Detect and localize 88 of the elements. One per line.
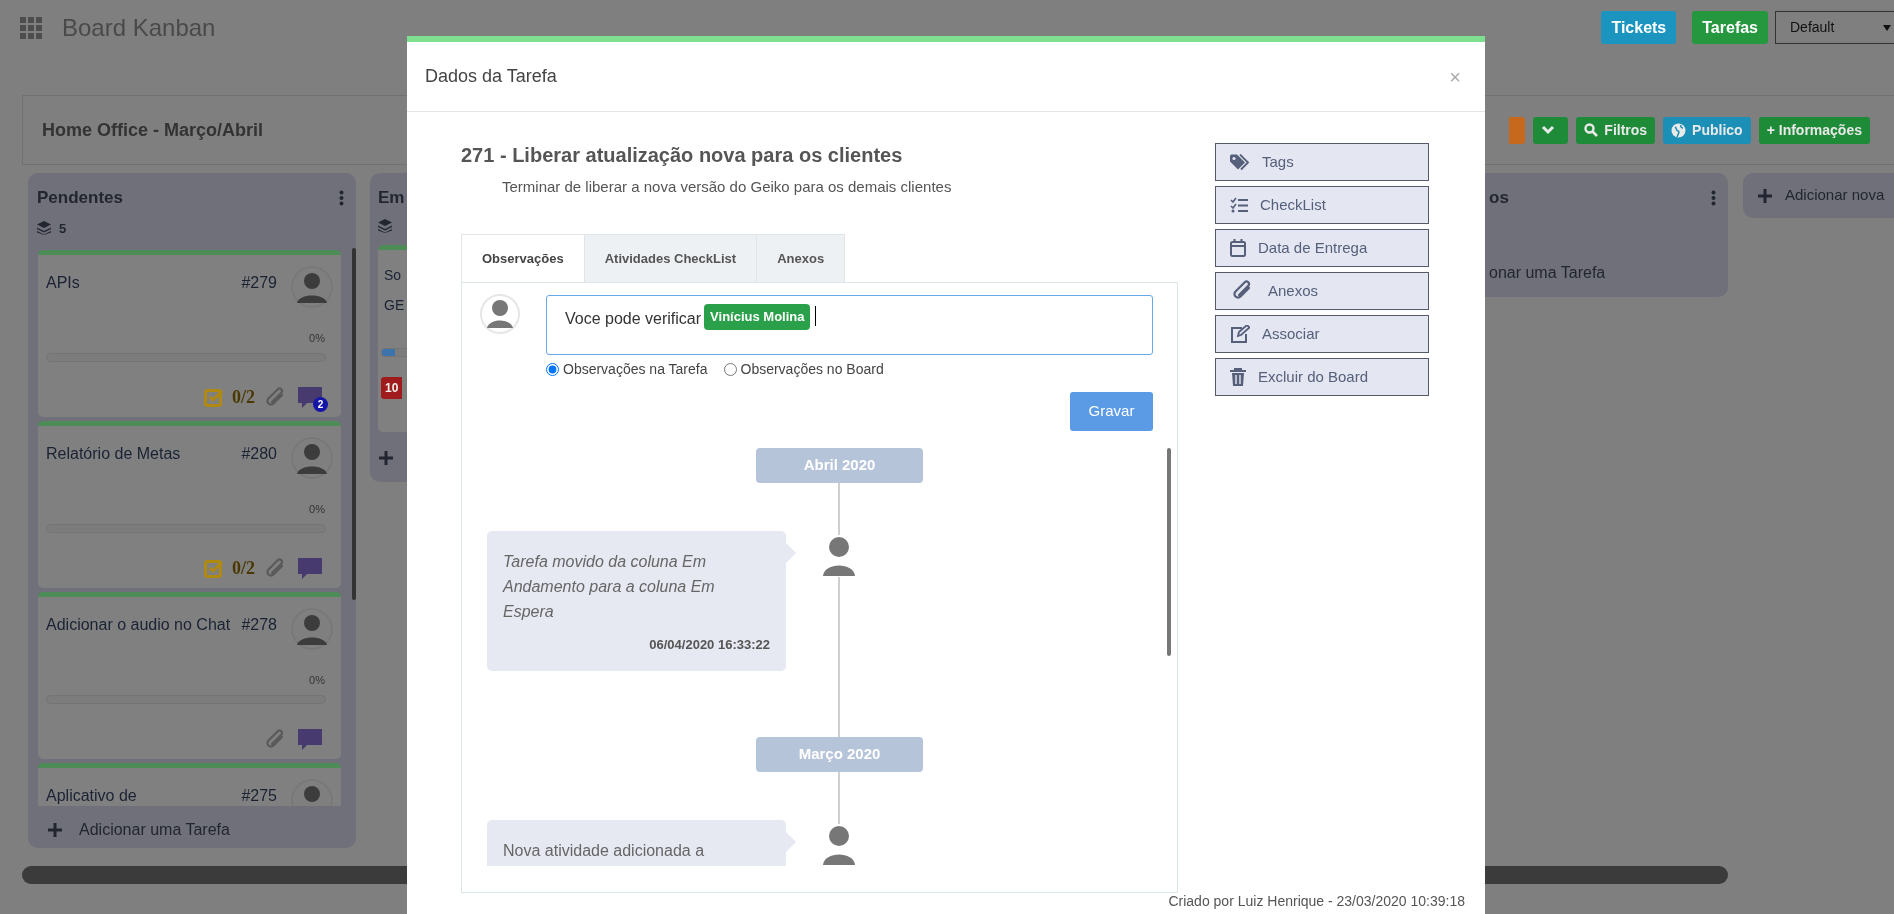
avatar-icon [291, 607, 333, 651]
action-button[interactable]: Associar [1215, 315, 1429, 353]
due-badge: 10 [381, 376, 403, 399]
grid-icon [20, 16, 42, 39]
card-number: #280 [241, 444, 277, 464]
avatar-icon [480, 292, 520, 336]
card-title: Adicionar o audio no Chat [46, 615, 232, 635]
task-card[interactable]: APIs #279 0% 0/2 2 [38, 250, 341, 417]
avatar-icon [291, 436, 333, 480]
tab[interactable]: Atividades CheckList [583, 234, 758, 282]
add-task-link[interactable]: onar uma Tarefa [1489, 260, 1716, 285]
toolbar-button[interactable]: + Informações [1758, 116, 1870, 144]
toolbar-button[interactable]: Publico [1663, 116, 1751, 144]
trash-icon [1230, 368, 1246, 386]
task-card[interactable]: Relatório de Metas #280 0% 0/2 [38, 421, 341, 588]
action-button[interactable]: Excluir do Board [1215, 358, 1429, 396]
action-button[interactable]: Data de Entrega [1215, 229, 1429, 267]
card-title: So [384, 265, 403, 285]
card-number: #278 [241, 615, 277, 635]
card-title: Relatório de Metas [46, 444, 182, 464]
checklist-icon [1230, 197, 1248, 213]
edit-icon [1230, 325, 1250, 343]
radio-label[interactable]: Observações na Tarefa [563, 359, 708, 380]
tag-icon [1230, 153, 1250, 171]
tab[interactable]: Anexos [756, 234, 846, 282]
month-label: Março 2020 [756, 737, 923, 772]
avatar-icon [291, 265, 333, 309]
task-card[interactable]: Adicionar o audio no Chat #278 0% [38, 592, 341, 759]
card-number: #275 [241, 786, 277, 806]
plus-icon [1757, 187, 1773, 204]
chevron-down-icon [1541, 125, 1556, 135]
caret-icon [1883, 24, 1891, 31]
mention-tag[interactable]: Vinícius Molina [704, 304, 811, 330]
close-button[interactable]: × [1443, 61, 1467, 92]
task-description: Terminar de liberar a nova versão do Geiko para os demais clientes [502, 177, 953, 197]
task-card[interactable]: Aplicativo de #275 [38, 763, 341, 806]
card-number: #279 [241, 273, 277, 293]
month-label: Abril 2020 [756, 448, 923, 483]
progress-label: 0% [309, 503, 325, 515]
tab[interactable]: Observações [461, 234, 585, 282]
radio-button[interactable] [723, 363, 737, 376]
layers-icon [378, 218, 392, 233]
created-by-text: Criado por Luiz Henrique - 23/03/2020 10:39:18 [1167, 893, 1466, 909]
checklist-icon [204, 558, 224, 579]
activity-text: Tarefa movido da coluna Em Andamento para a coluna Em Espera [503, 552, 716, 622]
scrollbar-thumb[interactable] [1167, 448, 1171, 656]
nav-button[interactable]: Tickets [1601, 11, 1677, 44]
column-title: Em [378, 188, 405, 207]
add-task-link[interactable]: Adicionar uma Tarefa [79, 818, 230, 842]
globe-icon [1671, 122, 1687, 138]
view-select[interactable]: Default [1775, 11, 1894, 44]
radio-button[interactable] [546, 363, 559, 376]
card-title: GE [384, 295, 406, 315]
calendar-icon [1230, 239, 1246, 257]
task-card[interactable]: So GE 10 [378, 244, 407, 432]
task-title: 271 - Liberar atualização nova para os clientes [461, 143, 904, 167]
action-button[interactable]: CheckList [1215, 186, 1429, 224]
checklist-icon [204, 387, 224, 408]
toolbar-button[interactable]: Filtros [1576, 116, 1656, 144]
task-count: 5 [59, 219, 67, 238]
column-title: Pendentes [37, 187, 123, 209]
action-button[interactable]: Anexos [1215, 272, 1429, 310]
comment-text: Voce pode verificar [565, 309, 702, 329]
plus-icon [47, 822, 63, 838]
card-title: Aplicativo de [46, 786, 138, 806]
board-title: Home Office - Março/Abril [42, 118, 264, 142]
modal-title: Dados da Tarefa [425, 65, 557, 88]
checklist-count: 0/2 [232, 386, 255, 409]
kebab-icon [339, 189, 344, 206]
plus-icon [378, 449, 394, 466]
activity-text: Nova atividade adicionada a [503, 841, 706, 861]
action-button[interactable]: Tags [1215, 143, 1429, 181]
progress-label: 0% [309, 332, 325, 344]
comment-field[interactable]: Voce pode verificar Vinícius Molina [546, 295, 1153, 355]
activity-time: 06/04/2020 16:33:22 [648, 636, 770, 654]
column-title: os [1489, 187, 1509, 209]
progress-label: 0% [309, 674, 325, 686]
nav-button[interactable]: Tarefas [1692, 11, 1768, 44]
checklist-count: 0/2 [232, 557, 255, 580]
kebab-icon [1711, 189, 1716, 206]
layers-icon [37, 221, 51, 236]
toolbar-button[interactable] [1533, 116, 1569, 144]
card-title: APIs [46, 273, 81, 293]
radio-label[interactable]: Observações no Board [740, 359, 884, 380]
save-button[interactable]: Gravar [1070, 392, 1153, 431]
scrollbar-thumb[interactable] [352, 248, 356, 600]
search-icon [1584, 123, 1599, 137]
add-column-button[interactable]: Adicionar nova [1743, 173, 1894, 218]
